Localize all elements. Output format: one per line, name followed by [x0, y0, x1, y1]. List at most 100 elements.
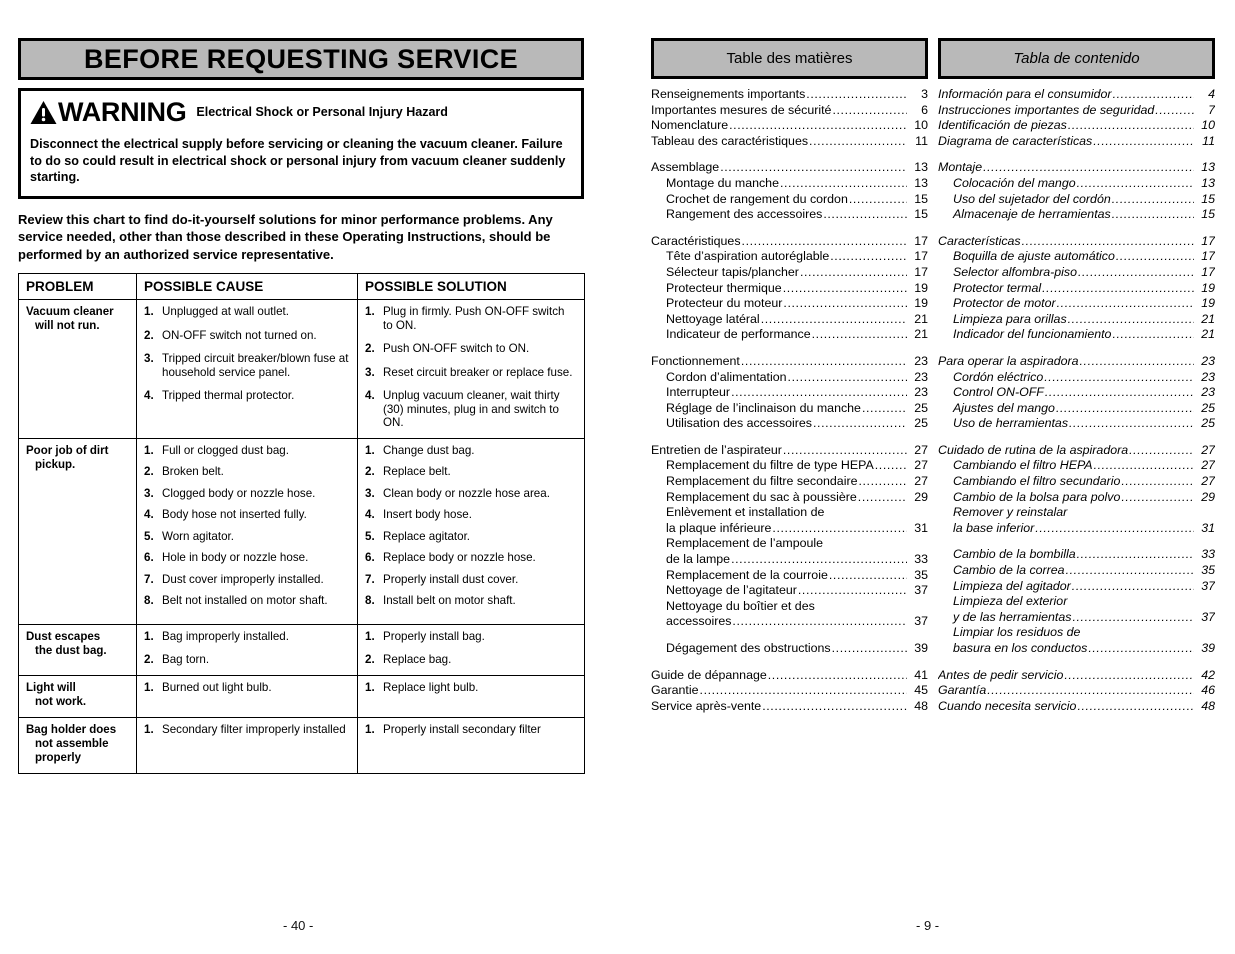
french-toc-entry[interactable]: Assemblage 13	[651, 160, 928, 176]
french-toc-entry[interactable]: Remplacement de l’ampoule	[651, 536, 928, 552]
leader-dots	[1077, 547, 1194, 563]
leader-dots	[1057, 296, 1194, 312]
french-toc-entry[interactable]: Protecteur du moteur 19	[651, 296, 928, 312]
cause-cell-list: 1. Burned out light bulb.	[144, 681, 350, 695]
spanish-toc-entry[interactable]: Limpiar los residuos de	[938, 625, 1215, 641]
spanish-toc-entry[interactable]: Montaje 13	[938, 160, 1215, 176]
spanish-toc-entry[interactable]: Antes de pedir servicio 42	[938, 668, 1215, 684]
french-toc-entry[interactable]: Nettoyage de l’agitateur 37	[651, 583, 928, 599]
problem-cell: Vacuum cleaner will not run.	[18, 299, 137, 439]
french-toc-entry[interactable]: Indicateur de performance 21	[651, 327, 928, 343]
spanish-toc-entry[interactable]: Uso de herramientas 25	[938, 416, 1215, 432]
french-toc-entry-label: Remplacement du sac à poussière	[666, 489, 857, 504]
spanish-toc-entry[interactable]: Uso del sujetador del cordón 15	[938, 192, 1215, 208]
french-toc-entry[interactable]: Nettoyage du boîtier et des	[651, 599, 928, 615]
leader-dots	[1072, 610, 1194, 626]
spanish-toc-entry[interactable]: Cambiando el filtro HEPA 27	[938, 458, 1215, 474]
cause-item: 4. Body hose not inserted fully.	[144, 508, 307, 521]
spanish-toc-entry[interactable]: la base inferior 31	[938, 521, 1215, 537]
spanish-toc-entry[interactable]: Boquilla de ajuste automático 17	[938, 249, 1215, 265]
spanish-toc-entry[interactable]: Para operar la aspiradora 23	[938, 354, 1215, 370]
french-toc-entry-page: 10	[914, 118, 928, 133]
french-toc-entry[interactable]: Caractéristiques 17	[651, 234, 928, 250]
spanish-toc-entry[interactable]: Protector de motor 19	[938, 296, 1215, 312]
spanish-toc-entry[interactable]: Identificación de piezas 10	[938, 118, 1215, 134]
spanish-toc-entry[interactable]: Almacenaje de herramientas 15	[938, 207, 1215, 223]
french-toc-entry[interactable]: Entretien de l’aspirateur 27	[651, 443, 928, 459]
french-toc-entry[interactable]: Fonctionnement 23	[651, 354, 928, 370]
problem-label: Bag holder does not assemble properly	[26, 723, 129, 765]
leader-dots	[1044, 370, 1194, 386]
spanish-toc-entry[interactable]: Cambio de la bombilla 33	[938, 547, 1215, 563]
french-toc-entry[interactable]: Montage du manche 13	[651, 176, 928, 192]
french-toc-entry[interactable]: Dégagement des obstructions 39	[651, 641, 928, 657]
spanish-toc-entry[interactable]: Control ON-OFF 23	[938, 385, 1215, 401]
french-toc-entry[interactable]: Tête d’aspiration autoréglable 17	[651, 249, 928, 265]
spanish-toc-entry[interactable]: y de las herramientas 37	[938, 610, 1215, 626]
french-toc-entry[interactable]: Service après-vente 48	[651, 699, 928, 715]
spanish-toc-entry-page: 21	[1201, 311, 1215, 326]
french-toc-entry-label: Nettoyage du boîtier et des	[666, 598, 815, 613]
french-toc-entry[interactable]: Remplacement de la courroie 35	[651, 568, 928, 584]
french-toc-entry[interactable]: Guide de dépannage 41	[651, 668, 928, 684]
french-toc-entry-label: Protecteur du moteur	[666, 296, 783, 311]
spanish-toc-entry[interactable]: Cambiando el filtro secundario 27	[938, 474, 1215, 490]
spanish-toc-entry[interactable]: Limpieza del exterior	[938, 594, 1215, 610]
spanish-toc-entry[interactable]: Diagrama de características 11	[938, 134, 1215, 150]
spanish-toc-entry[interactable]: Selector alfombra-piso 17	[938, 265, 1215, 281]
french-toc-entry[interactable]: Cordon d’alimentation 23	[651, 370, 928, 386]
leader-dots	[761, 312, 907, 328]
french-toc-entry[interactable]: Interrupteur 23	[651, 385, 928, 401]
french-toc-entry[interactable]: Rangement des accessoires 15	[651, 207, 928, 223]
spanish-toc-entry[interactable]: Cambio de la correa 35	[938, 563, 1215, 579]
warning-body-text: Disconnect the electrical supply before …	[30, 137, 566, 184]
french-toc-entry[interactable]: Remplacement du sac à poussière 29	[651, 490, 928, 506]
solution-item: 1. Change dust bag.	[365, 443, 475, 457]
spanish-toc-entry[interactable]: Cuando necesita servicio 48	[938, 699, 1215, 715]
spanish-toc-entry[interactable]: Limpieza para orillas 21	[938, 312, 1215, 328]
french-toc-entry[interactable]: Garantie 45	[651, 683, 928, 699]
french-toc-entry[interactable]: Nettoyage latéral 21	[651, 312, 928, 328]
french-toc-entry[interactable]: Crochet de rangement du cordon 15	[651, 192, 928, 208]
spanish-toc-entry[interactable]: basura en los conductos 39	[938, 641, 1215, 657]
french-toc-entry[interactable]: Protecteur thermique 19	[651, 281, 928, 297]
spanish-toc-entry-page: 19	[1201, 280, 1215, 295]
french-toc-entry[interactable]: Sélecteur tapis/plancher 17	[651, 265, 928, 281]
french-toc-entry[interactable]: Utilisation des accessoires 25	[651, 416, 928, 432]
french-toc-entry[interactable]: la plaque inférieure 31	[651, 521, 928, 537]
spanish-toc-entry[interactable]: Características 17	[938, 234, 1215, 250]
solution-cell: 1. Replace light bulb.	[357, 674, 585, 718]
spanish-toc-entry[interactable]: Indicador del funcionamiento 21	[938, 327, 1215, 343]
spanish-toc-entry[interactable]: Limpieza del agitador 37	[938, 579, 1215, 595]
before-requesting-service-panel: BEFORE REQUESTING SERVICE WARNING Electr…	[18, 38, 585, 774]
french-toc-entry[interactable]: Remplacement du filtre secondaire 27	[651, 474, 928, 490]
spanish-toc-entry[interactable]: Colocación del mango 13	[938, 176, 1215, 192]
spanish-toc-entry[interactable]: Cordón eléctrico 23	[938, 370, 1215, 386]
french-toc-entry[interactable]: Renseignements importants 3	[651, 87, 928, 103]
french-toc-entry[interactable]: Importantes mesures de sécurité 6	[651, 103, 928, 119]
french-toc-entry[interactable]: Nomenclature 10	[651, 118, 928, 134]
problem-label-line: will not run.	[35, 320, 100, 332]
french-toc-entry[interactable]: Tableau des caractéristiques 11	[651, 134, 928, 150]
cause-cell-list: 1. Unplugged at wall outlet. 2. ON-OFF swit…	[144, 305, 350, 403]
spanish-toc-group: Antes de pedir servicio42Garantía46Cuand…	[938, 668, 1215, 715]
spanish-toc-entry[interactable]: Garantía 46	[938, 683, 1215, 699]
spanish-toc-entry[interactable]: Protector termal 19	[938, 281, 1215, 297]
spanish-toc-entry[interactable]: Remover y reinstalar	[938, 505, 1215, 521]
french-toc-entry[interactable]: Enlèvement et installation de	[651, 505, 928, 521]
spanish-toc-entry[interactable]: Cuidado de rutina de la aspiradora 27	[938, 443, 1215, 459]
spanish-toc-entry[interactable]: Instrucciones importantes de seguridad 7	[938, 103, 1215, 119]
leader-dots	[849, 192, 907, 208]
french-toc-entry[interactable]: de la lampe 33	[651, 552, 928, 568]
spanish-toc-entry[interactable]: Información para el consumidor 4	[938, 87, 1215, 103]
french-toc-entry[interactable]: Réglage de l’inclinaison du manche 25	[651, 401, 928, 417]
french-toc-entry-page: 23	[914, 353, 928, 368]
leader-dots	[732, 614, 907, 630]
spanish-toc-entry[interactable]: Cambio de la bolsa para polvo 29	[938, 490, 1215, 506]
table-row: Poor job of dirt pickup. 1. Full or clogged…	[18, 437, 585, 625]
french-toc-entry[interactable]: Remplacement du filtre de type HEPA 27	[651, 458, 928, 474]
item-number: 4.	[144, 389, 154, 402]
spanish-toc-entry[interactable]: Ajustes del mango 25	[938, 401, 1215, 417]
french-toc-entry[interactable]: accessoires 37	[651, 614, 928, 630]
leader-dots	[783, 443, 907, 459]
